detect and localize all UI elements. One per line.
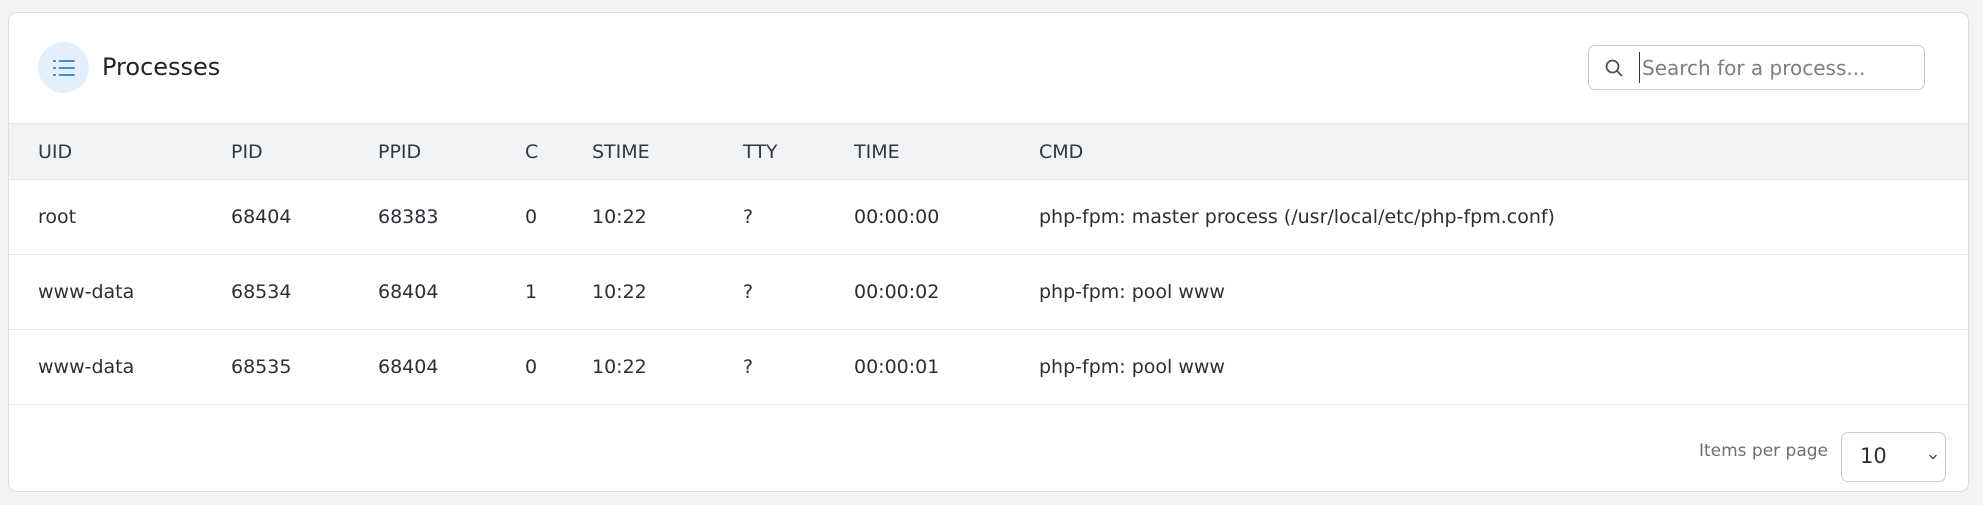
table-header-row: UID PID PPID C STIME TTY TIME CMD <box>9 123 1968 180</box>
cell-time: 00:00:00 <box>854 206 940 228</box>
search-input[interactable] <box>1639 52 1912 83</box>
cell-stime: 10:22 <box>592 281 647 303</box>
items-per-page-select[interactable]: 10 <box>1841 432 1946 482</box>
search-icon <box>1605 59 1623 77</box>
processes-panel: Processes UID PID PPID C STIME TTY TIME … <box>8 12 1969 492</box>
cell-time: 00:00:02 <box>854 281 940 303</box>
chevron-down-icon <box>1929 454 1937 460</box>
cell-c: 0 <box>525 356 538 378</box>
cell-stime: 10:22 <box>592 356 647 378</box>
table-row: www-data 68534 68404 1 10:22 ? 00:00:02 … <box>9 255 1968 330</box>
process-table: UID PID PPID C STIME TTY TIME CMD root 6… <box>9 123 1968 405</box>
cell-uid: www-data <box>38 281 135 303</box>
table-footer: Items per page 10 <box>9 417 1968 491</box>
table-row: root 68404 68383 0 10:22 ? 00:00:00 php-… <box>9 180 1968 255</box>
cell-tty: ? <box>743 206 754 228</box>
cell-ppid: 68404 <box>378 281 439 303</box>
column-header-ppid[interactable]: PPID <box>378 124 525 180</box>
items-per-page-label: Items per page <box>1698 441 1828 461</box>
panel-header: Processes <box>9 13 1968 123</box>
column-header-stime[interactable]: STIME <box>592 124 743 180</box>
cell-uid: root <box>38 206 77 228</box>
column-header-time[interactable]: TIME <box>854 124 1039 180</box>
table-row: www-data 68535 68404 0 10:22 ? 00:00:01 … <box>9 330 1968 405</box>
cell-uid: www-data <box>38 356 135 378</box>
column-header-pid[interactable]: PID <box>231 124 378 180</box>
cell-cmd: php-fpm: master process (/usr/local/etc/… <box>1039 206 1555 228</box>
cell-ppid: 68404 <box>378 356 439 378</box>
page-title: Processes <box>102 53 221 81</box>
cell-cmd: php-fpm: pool www <box>1039 281 1225 303</box>
cell-pid: 68404 <box>231 206 292 228</box>
cell-c: 0 <box>525 206 538 228</box>
list-icon <box>38 42 89 93</box>
cell-pid: 68534 <box>231 281 292 303</box>
cell-c: 1 <box>525 281 538 303</box>
column-header-c[interactable]: C <box>525 124 592 180</box>
items-per-page-value: 10 <box>1860 444 1887 468</box>
cell-time: 00:00:01 <box>854 356 940 378</box>
cell-stime: 10:22 <box>592 206 647 228</box>
cell-cmd: php-fpm: pool www <box>1039 356 1225 378</box>
cell-tty: ? <box>743 356 754 378</box>
cell-tty: ? <box>743 281 754 303</box>
column-header-cmd[interactable]: CMD <box>1039 124 1968 180</box>
cell-pid: 68535 <box>231 356 292 378</box>
cell-ppid: 68383 <box>378 206 439 228</box>
column-header-tty[interactable]: TTY <box>743 124 854 180</box>
column-header-uid[interactable]: UID <box>9 124 231 180</box>
search-box[interactable] <box>1588 45 1925 90</box>
